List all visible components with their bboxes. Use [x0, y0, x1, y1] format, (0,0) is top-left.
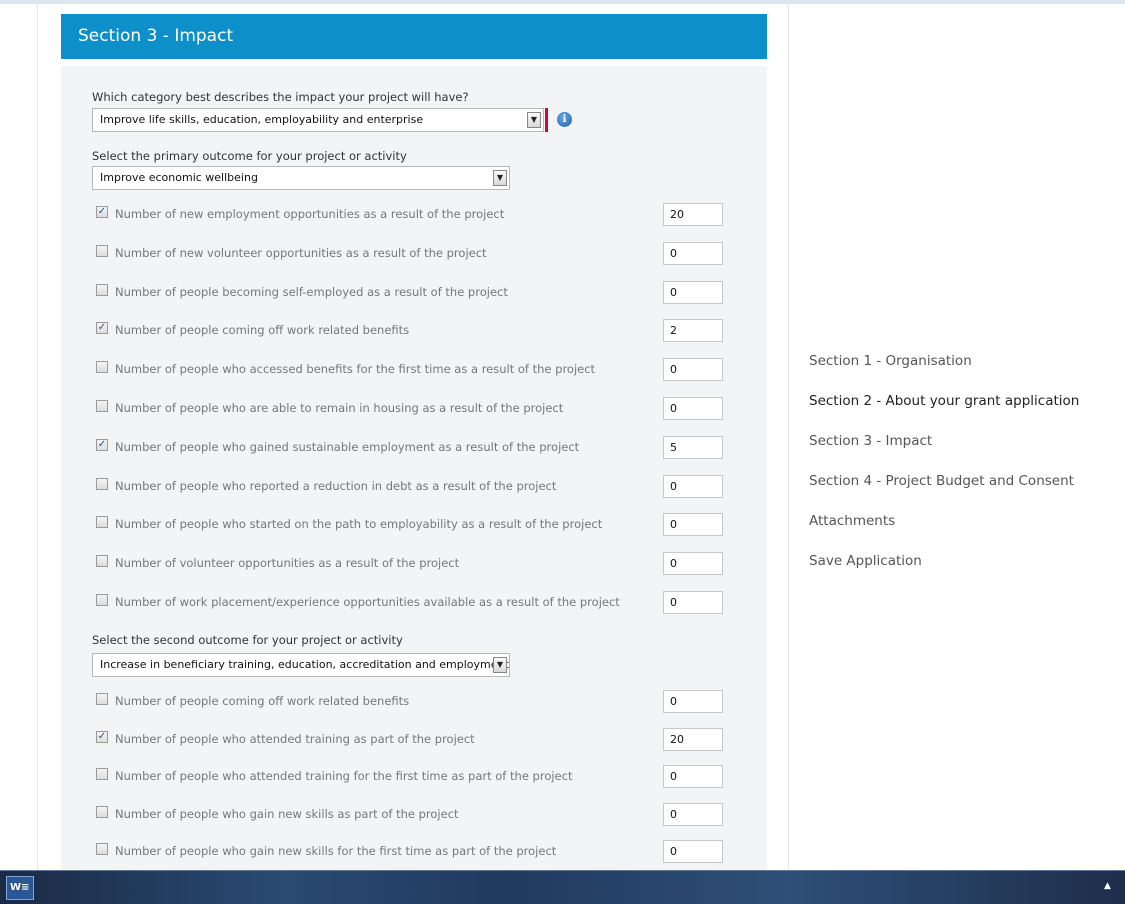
taskbar: W≡ ▲	[0, 870, 1125, 904]
outcome-label: Number of people who gain new skills as …	[115, 806, 459, 821]
outcome-checkbox[interactable]	[96, 768, 108, 780]
outcome-number-input[interactable]: 0	[663, 552, 723, 576]
outcome-row: Number of people who attended training f…	[96, 765, 726, 788]
outcome-number-input[interactable]: 0	[663, 840, 723, 863]
tray-expand-icon[interactable]: ▲	[1104, 881, 1111, 891]
primary-outcome-label: Select the primary outcome for your proj…	[92, 149, 407, 163]
top-divider	[0, 0, 1125, 4]
outcome-label: Number of people coming off work related…	[115, 694, 410, 708]
nav-link[interactable]: Section 1 - Organisation	[809, 353, 972, 369]
outcome-number-input[interactable]: 0	[663, 241, 723, 265]
word-icon[interactable]: W≡	[6, 876, 34, 900]
outcome-row: Number of people who are able to remain …	[96, 397, 726, 420]
chevron-down-icon[interactable]: ▼	[493, 170, 507, 186]
outcome-checkbox[interactable]: ✓	[96, 730, 108, 743]
left-divider	[37, 0, 38, 870]
outcome-checkbox[interactable]	[96, 843, 108, 855]
outcome-number-input[interactable]: 20	[663, 203, 723, 226]
outcome-row: ✓ Number of new employment opportunities …	[96, 203, 726, 226]
outcome-checkbox[interactable]: ✓	[96, 322, 108, 335]
outcome-label: Number of work placement/experience oppo…	[115, 595, 620, 609]
outcome-label: Number of people who attended training f…	[115, 769, 573, 783]
outcome-label: Number of people becoming self-employed …	[115, 284, 508, 299]
outcome-row: Number of people who started on the path…	[96, 513, 726, 537]
nav-link[interactable]: Section 3 - Impact	[809, 433, 932, 449]
outcome-number-input[interactable]: 0	[663, 280, 723, 304]
outcome-row: Number of people who accessed benefits f…	[96, 358, 726, 382]
info-icon[interactable]: i	[557, 112, 572, 127]
outcome-label: Number of people coming off work related…	[115, 323, 410, 338]
outcome-number-input[interactable]: 0	[663, 474, 723, 498]
outcome-checkbox[interactable]	[96, 283, 108, 296]
outcome-number-input[interactable]: 0	[663, 765, 723, 788]
outcome-checkbox[interactable]: ✓	[96, 206, 108, 218]
outcome-checkbox[interactable]	[96, 594, 108, 606]
category-select[interactable]: Improve life skills, education, employab…	[92, 108, 544, 132]
category-select-value: Improve life skills, education, employab…	[100, 113, 424, 126]
outcome-checkbox[interactable]	[96, 516, 108, 529]
outcome-number-input[interactable]: 20	[663, 727, 723, 751]
outcome-row: ✓ Number of people coming off work relate…	[96, 319, 726, 343]
outcome-row: ✓ Number of people who gained sustainable…	[96, 435, 726, 459]
outcome-checkbox[interactable]: ✓	[96, 438, 108, 451]
outcome-label: Number of people who accessed benefits f…	[115, 362, 596, 377]
outcome-label: Number of people who gained sustainable …	[115, 439, 580, 454]
outcome-row: Number of work placement/experience oppo…	[96, 591, 726, 614]
primary-outcome-value: Improve economic wellbeing	[100, 171, 258, 184]
outcome-number-input[interactable]: 5	[663, 435, 723, 459]
required-indicator	[545, 108, 548, 132]
outcome-row: Number of people becoming self-employed …	[96, 280, 726, 304]
right-divider	[788, 0, 789, 870]
outcome-label: Number of new employment opportunities a…	[115, 207, 505, 221]
outcome-checkbox[interactable]	[96, 805, 108, 818]
outcome-checkbox[interactable]	[96, 693, 108, 705]
outcome-checkbox[interactable]	[96, 477, 108, 490]
outcome-number-input[interactable]: 0	[663, 397, 723, 420]
outcome-label: Number of people who reported a reductio…	[115, 478, 557, 493]
outcome-label: Number of volunteer opportunities as a r…	[115, 556, 460, 571]
primary-outcome-select[interactable]: Improve economic wellbeing ▼	[92, 166, 510, 190]
outcome-row: ✓ Number of people who attended training …	[96, 727, 726, 751]
nav-link[interactable]: Section 2 - About your grant application	[809, 393, 1079, 409]
chevron-down-icon[interactable]: ▼	[493, 657, 507, 673]
outcome-number-input[interactable]: 0	[663, 591, 723, 614]
outcome-label: Number of people who gain new skills for…	[115, 844, 557, 858]
second-outcome-value: Increase in beneficiary training, educat…	[100, 658, 509, 671]
outcome-row: Number of people who reported a reductio…	[96, 474, 726, 498]
outcome-row: Number of people who gain new skills as …	[96, 802, 726, 826]
outcome-label: Number of new volunteer opportunities as…	[115, 245, 487, 260]
outcome-checkbox[interactable]	[96, 361, 108, 374]
outcome-row: Number of people coming off work related…	[96, 690, 726, 713]
section-header: Section 3 - Impact	[61, 14, 767, 59]
nav-link[interactable]: Save Application	[809, 553, 922, 569]
outcome-row: Number of volunteer opportunities as a r…	[96, 552, 726, 576]
nav-link[interactable]: Attachments	[809, 513, 895, 529]
outcome-checkbox[interactable]	[96, 244, 108, 257]
second-outcome-label: Select the second outcome for your proje…	[92, 633, 403, 647]
outcome-number-input[interactable]: 0	[663, 690, 723, 713]
outcome-number-input[interactable]: 0	[663, 513, 723, 537]
outcome-number-input[interactable]: 2	[663, 319, 723, 343]
outcome-row: Number of new volunteer opportunities as…	[96, 241, 726, 265]
outcome-row: Number of people who gain new skills for…	[96, 840, 726, 863]
second-outcome-select[interactable]: Increase in beneficiary training, educat…	[92, 653, 510, 677]
outcome-number-input[interactable]: 0	[663, 358, 723, 382]
outcome-label: Number of people who are able to remain …	[115, 401, 564, 415]
outcome-label: Number of people who started on the path…	[115, 517, 603, 532]
outcome-number-input[interactable]: 0	[663, 802, 723, 826]
category-label: Which category best describes the impact…	[92, 90, 469, 104]
outcome-checkbox[interactable]	[96, 555, 108, 568]
outcome-checkbox[interactable]	[96, 400, 108, 412]
chevron-down-icon[interactable]: ▼	[527, 112, 541, 128]
nav-link[interactable]: Section 4 - Project Budget and Consent	[809, 473, 1074, 489]
outcome-label: Number of people who attended training a…	[115, 731, 475, 746]
